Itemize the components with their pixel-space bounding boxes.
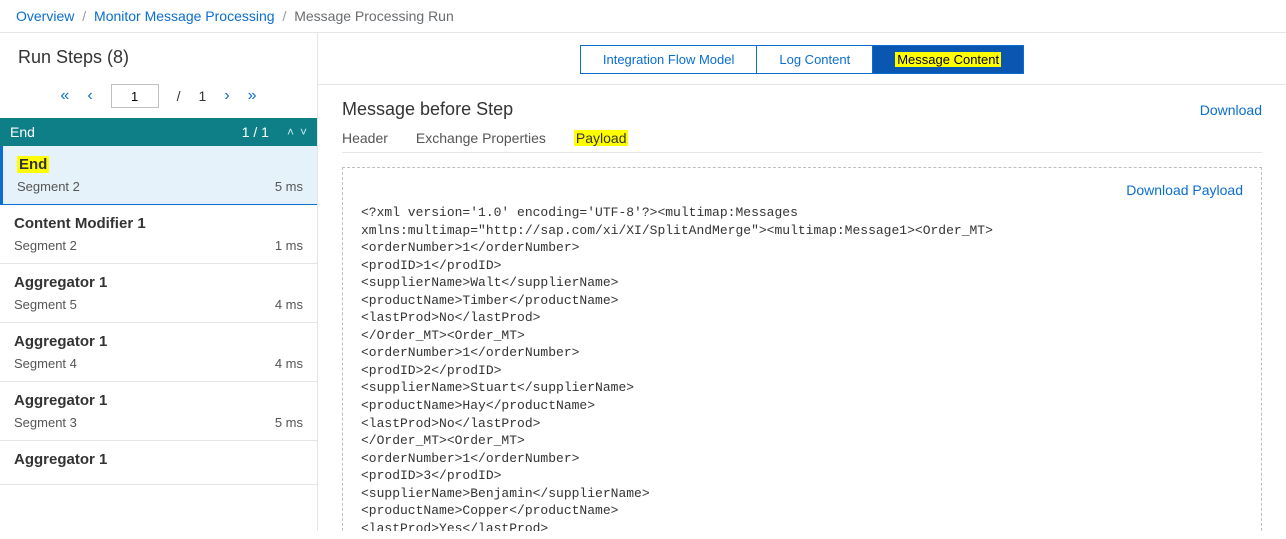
pager-input[interactable]: [111, 84, 159, 108]
step-item[interactable]: Aggregator 1 Segment 4 4 ms: [0, 323, 317, 382]
breadcrumb-monitor[interactable]: Monitor Message Processing: [94, 8, 275, 24]
chevron-up-icon[interactable]: ˄: [287, 125, 294, 139]
content-header: Message before Step Download: [342, 99, 1262, 120]
breadcrumb-current: Message Processing Run: [294, 8, 454, 24]
download-link[interactable]: Download: [1200, 102, 1262, 118]
step-segment: Segment 5: [14, 297, 77, 312]
breadcrumb-overview[interactable]: Overview: [16, 8, 74, 24]
step-time: 4 ms: [275, 356, 303, 371]
payload-container: Download Payload <?xml version='1.0' enc…: [342, 167, 1262, 531]
step-name: Aggregator 1: [14, 274, 303, 291]
pager-last-icon[interactable]: »: [248, 87, 257, 105]
step-item[interactable]: Aggregator 1 Segment 5 4 ms: [0, 264, 317, 323]
sub-tab[interactable]: Header: [342, 130, 388, 146]
step-name: End: [17, 156, 303, 173]
breadcrumb-sep: /: [282, 8, 286, 24]
step-name: Aggregator 1: [14, 333, 303, 350]
step-meta: Segment 4 4 ms: [14, 356, 303, 371]
step-time: 1 ms: [275, 238, 303, 253]
step-name: Content Modifier 1: [14, 215, 303, 232]
view-tab[interactable]: Integration Flow Model: [581, 46, 758, 73]
step-item[interactable]: Aggregator 1: [0, 441, 317, 485]
pager-next-icon[interactable]: ›: [224, 87, 229, 105]
pager-slash: /: [177, 88, 181, 104]
step-segment: Segment 4: [14, 356, 77, 371]
step-time: 5 ms: [275, 179, 303, 194]
step-meta: Segment 2 5 ms: [17, 179, 303, 194]
view-tabs: Integration Flow ModelLog ContentMessage…: [580, 45, 1024, 74]
step-item[interactable]: End Segment 2 5 ms: [0, 146, 317, 205]
run-steps-header: Run Steps (8): [0, 33, 317, 78]
pager-first-icon[interactable]: «: [60, 87, 69, 105]
step-meta: Segment 2 1 ms: [14, 238, 303, 253]
section-bar-title: End: [10, 124, 242, 140]
step-meta: Segment 3 5 ms: [14, 415, 303, 430]
step-meta: Segment 5 4 ms: [14, 297, 303, 312]
view-tab[interactable]: Message Content: [873, 46, 1023, 73]
step-time: 4 ms: [275, 297, 303, 312]
sub-tab[interactable]: Exchange Properties: [416, 130, 546, 146]
step-segment: Segment 2: [14, 238, 77, 253]
step-name: Aggregator 1: [14, 392, 303, 409]
sub-tabs: Header Exchange Properties Payload: [342, 130, 1262, 153]
download-payload-link[interactable]: Download Payload: [1126, 182, 1243, 198]
payload-text: <?xml version='1.0' encoding='UTF-8'?><m…: [361, 204, 1243, 531]
view-tab[interactable]: Log Content: [757, 46, 873, 73]
view-tabs-bar: Integration Flow ModelLog ContentMessage…: [318, 33, 1286, 85]
step-segment: Segment 3: [14, 415, 77, 430]
sub-tab[interactable]: Payload: [574, 130, 629, 146]
run-steps-title: Run Steps (8): [18, 47, 299, 68]
section-bar-count: 1 / 1: [242, 124, 269, 140]
step-time: 5 ms: [275, 415, 303, 430]
content-heading: Message before Step: [342, 99, 513, 120]
pager-prev-icon[interactable]: ‹: [87, 87, 92, 105]
breadcrumb-sep: /: [82, 8, 86, 24]
chevron-down-icon[interactable]: ˅: [300, 125, 307, 139]
breadcrumb: Overview / Monitor Message Processing / …: [0, 0, 1286, 33]
content-pane: Integration Flow ModelLog ContentMessage…: [318, 33, 1286, 531]
section-bar: End 1 / 1 ˄ ˅: [0, 118, 317, 146]
step-list[interactable]: End Segment 2 5 ms Content Modifier 1 Segmen…: [0, 146, 317, 531]
run-steps-panel: Run Steps (8) « ‹ / 1 › » End 1 / 1 ˄ ˅ …: [0, 33, 318, 531]
step-name: Aggregator 1: [14, 451, 303, 468]
pager: « ‹ / 1 › »: [0, 78, 317, 118]
step-segment: Segment 2: [17, 179, 80, 194]
step-item[interactable]: Aggregator 1 Segment 3 5 ms: [0, 382, 317, 441]
step-item[interactable]: Content Modifier 1 Segment 2 1 ms: [0, 205, 317, 264]
pager-total: 1: [199, 88, 207, 104]
